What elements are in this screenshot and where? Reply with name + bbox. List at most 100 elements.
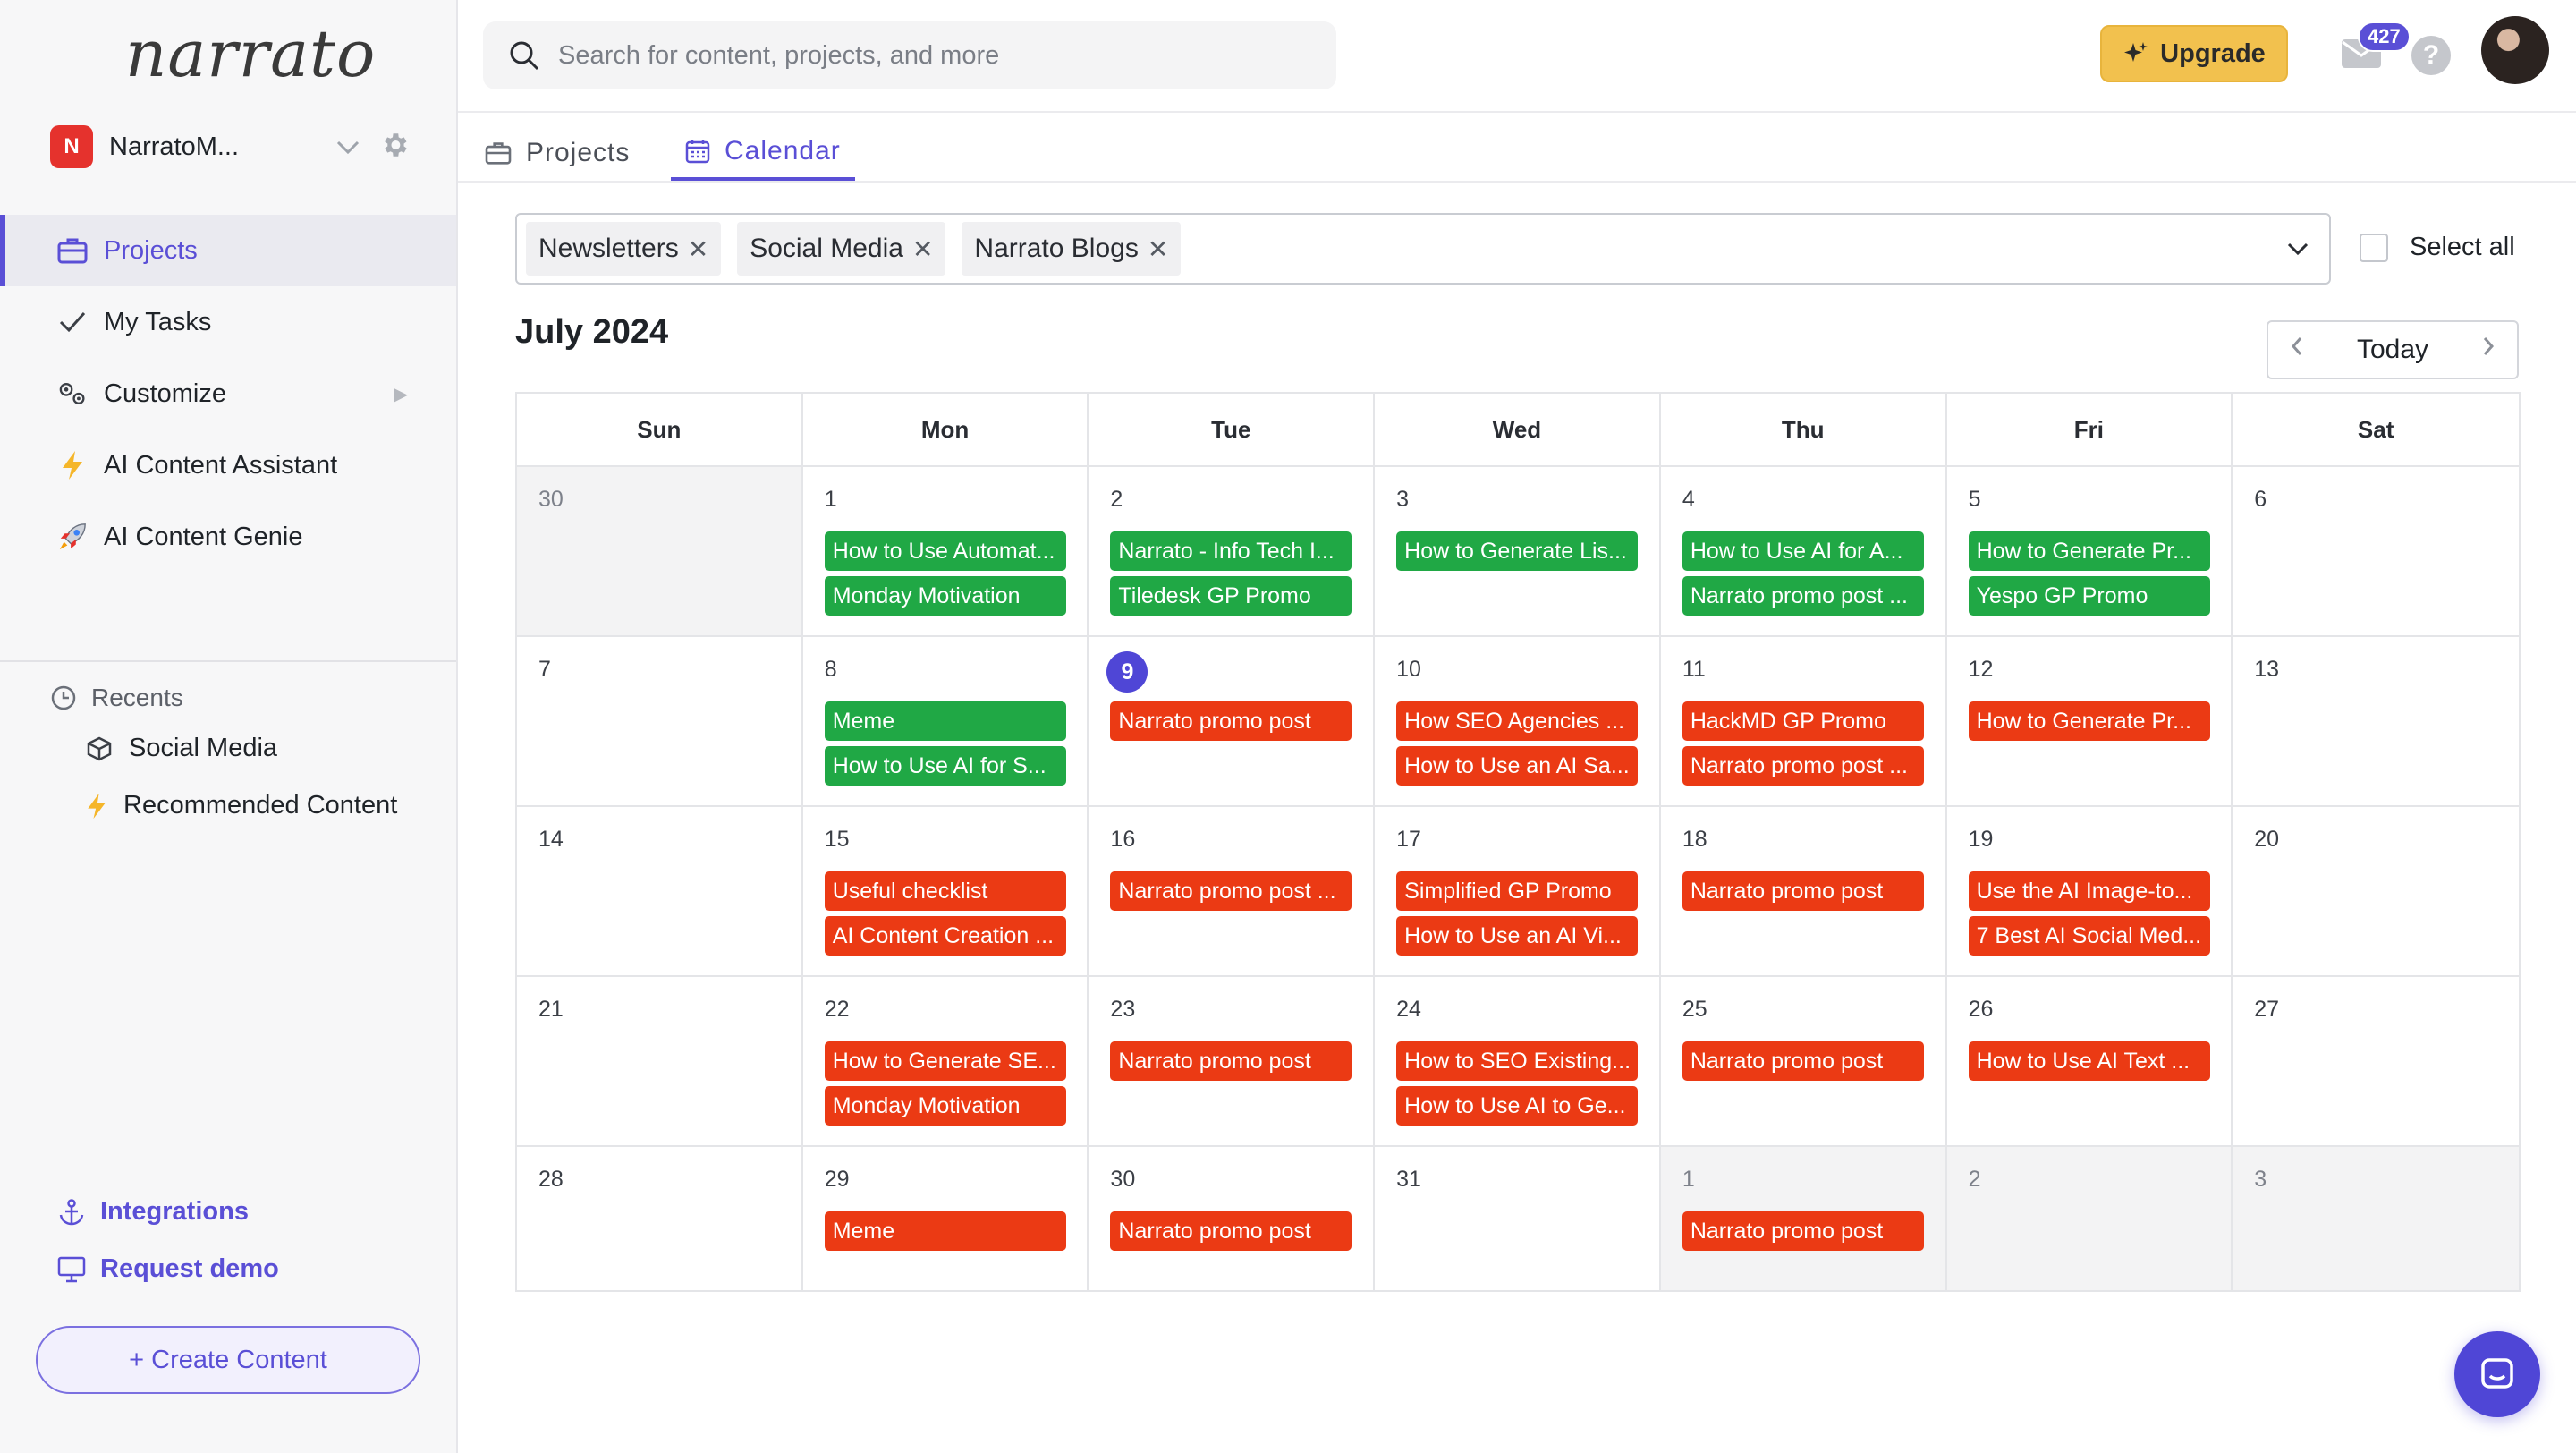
- calendar-event[interactable]: HackMD GP Promo: [1682, 701, 1924, 741]
- calendar-event[interactable]: Yespo GP Promo: [1968, 576, 2210, 616]
- sidebar-item-projects[interactable]: Projects: [0, 215, 456, 286]
- calendar-event[interactable]: Narrato promo post: [1682, 1211, 1924, 1251]
- calendar-event[interactable]: Tiledesk GP Promo: [1110, 576, 1352, 616]
- calendar-day-cell[interactable]: 11 HackMD GP Promo Narrato promo post ...: [1661, 637, 1947, 805]
- filter-chip[interactable]: Social Media ✕: [737, 222, 946, 276]
- gear-icon[interactable]: [379, 130, 410, 165]
- filter-chip[interactable]: Narrato Blogs ✕: [962, 222, 1182, 276]
- calendar-day-cell[interactable]: 24 How to SEO Existing... How to Use AI to…: [1375, 977, 1661, 1145]
- calendar-event[interactable]: How to Use an AI Sa...: [1396, 746, 1639, 786]
- calendar-event[interactable]: How to Use AI to Ge...: [1396, 1086, 1639, 1126]
- calendar-day-cell[interactable]: 15 Useful checklist AI Content Creation ..…: [803, 807, 1089, 975]
- select-all-checkbox[interactable]: Select all: [2360, 233, 2515, 262]
- calendar-day-cell[interactable]: 1 Narrato promo post: [1660, 1147, 1947, 1290]
- calendar-event[interactable]: Narrato promo post ...: [1682, 576, 1924, 616]
- chat-support-button[interactable]: [2454, 1331, 2540, 1417]
- tab-projects[interactable]: Projects: [485, 125, 630, 181]
- calendar-event[interactable]: How to Use Automat...: [824, 531, 1066, 571]
- chevron-left-icon[interactable]: [2288, 333, 2306, 367]
- calendar-event[interactable]: Narrato promo post: [1682, 871, 1924, 911]
- filter-chip[interactable]: Newsletters ✕: [526, 222, 722, 276]
- calendar-event[interactable]: Meme: [824, 701, 1066, 741]
- calendar-day-cell[interactable]: 27: [2233, 977, 2519, 1145]
- calendar-day-cell[interactable]: 21: [517, 977, 803, 1145]
- calendar-event[interactable]: Monday Motivation: [824, 1086, 1066, 1126]
- calendar-event[interactable]: Narrato promo post ...: [1110, 871, 1352, 911]
- calendar-event[interactable]: AI Content Creation ...: [824, 916, 1066, 956]
- calendar-day-cell[interactable]: 6: [2233, 467, 2519, 635]
- calendar-event[interactable]: Meme: [824, 1211, 1066, 1251]
- calendar-day-cell[interactable]: 30: [517, 467, 803, 635]
- chevron-down-icon[interactable]: [336, 132, 360, 162]
- chevron-down-icon[interactable]: [2286, 233, 2309, 269]
- calendar-day-cell[interactable]: 1 How to Use Automat... Monday Motivation: [803, 467, 1089, 635]
- calendar-day-cell[interactable]: 20: [2233, 807, 2519, 975]
- calendar-day-cell[interactable]: 17 Simplified GP Promo How to Use an AI Vi…: [1375, 807, 1661, 975]
- calendar-day-cell[interactable]: 18 Narrato promo post: [1661, 807, 1947, 975]
- calendar-day-cell[interactable]: 13: [2233, 637, 2519, 805]
- calendar-day-cell[interactable]: 30 Narrato promo post: [1089, 1147, 1376, 1290]
- global-search[interactable]: [483, 21, 1336, 89]
- sidebar-item-my-tasks[interactable]: My Tasks: [0, 286, 456, 358]
- create-content-button[interactable]: + Create Content: [36, 1326, 420, 1394]
- calendar-day-cell[interactable]: 19 Use the AI Image-to... 7 Best AI Social…: [1947, 807, 2233, 975]
- checkbox[interactable]: [2360, 233, 2388, 262]
- calendar-event[interactable]: Use the AI Image-to...: [1968, 871, 2210, 911]
- help-icon[interactable]: ?: [2411, 36, 2451, 75]
- tab-calendar[interactable]: Calendar: [671, 125, 855, 181]
- workspace-switcher[interactable]: N NarratoM...: [50, 125, 417, 168]
- calendar-event[interactable]: How to Generate Pr...: [1968, 531, 2210, 571]
- calendar-event[interactable]: How to Use AI for A...: [1682, 531, 1924, 571]
- calendar-event[interactable]: 7 Best AI Social Med...: [1968, 916, 2210, 956]
- calendar-day-cell[interactable]: 8 Meme How to Use AI for S...: [803, 637, 1089, 805]
- upgrade-button[interactable]: Upgrade: [2100, 25, 2288, 82]
- calendar-day-cell[interactable]: 2 Narrato - Info Tech I... Tiledesk GP Pro…: [1089, 467, 1376, 635]
- calendar-event[interactable]: Narrato promo post: [1110, 1211, 1352, 1251]
- calendar-event[interactable]: Narrato promo post: [1110, 1041, 1352, 1081]
- calendar-event[interactable]: How SEO Agencies ...: [1396, 701, 1639, 741]
- calendar-day-cell[interactable]: 10 How SEO Agencies ... How to Use an AI S…: [1375, 637, 1661, 805]
- calendar-event[interactable]: Narrato promo post: [1110, 701, 1352, 741]
- calendar-event[interactable]: Monday Motivation: [824, 576, 1066, 616]
- calendar-event[interactable]: How to Use an AI Vi...: [1396, 916, 1639, 956]
- calendar-day-cell[interactable]: 29 Meme: [803, 1147, 1089, 1290]
- calendar-event[interactable]: Useful checklist: [824, 871, 1066, 911]
- calendar-day-cell[interactable]: 25 Narrato promo post: [1661, 977, 1947, 1145]
- search-input[interactable]: [558, 40, 1327, 71]
- recent-item-recommended-content[interactable]: Recommended Content: [86, 791, 397, 820]
- calendar-day-cell[interactable]: 2: [1946, 1147, 2233, 1290]
- calendar-event[interactable]: How to SEO Existing...: [1396, 1041, 1639, 1081]
- recent-item-social-media[interactable]: Social Media: [86, 734, 277, 763]
- integrations-link[interactable]: Integrations: [57, 1197, 249, 1227]
- calendar-event[interactable]: Narrato - Info Tech I...: [1110, 531, 1352, 571]
- narrato-logo[interactable]: narrato: [125, 16, 376, 91]
- sidebar-item-ai-content-assistant[interactable]: AI Content Assistant: [0, 429, 456, 501]
- calendar-day-cell[interactable]: 7: [517, 637, 803, 805]
- calendar-day-cell[interactable]: 12 How to Generate Pr...: [1947, 637, 2233, 805]
- calendar-event[interactable]: Narrato promo post ...: [1682, 746, 1924, 786]
- calendar-event[interactable]: How to Use AI Text ...: [1968, 1041, 2210, 1081]
- calendar-event[interactable]: How to Generate Lis...: [1396, 531, 1639, 571]
- calendar-day-cell[interactable]: 3: [2233, 1147, 2519, 1290]
- request-demo-link[interactable]: Request demo: [57, 1254, 279, 1284]
- calendar-day-cell[interactable]: 5 How to Generate Pr... Yespo GP Promo: [1947, 467, 2233, 635]
- calendar-day-cell[interactable]: 28: [517, 1147, 803, 1290]
- chevron-right-icon[interactable]: [2479, 333, 2497, 367]
- sidebar-item-customize[interactable]: Customize ▶: [0, 358, 456, 429]
- calendar-day-cell[interactable]: 9 Narrato promo post: [1089, 637, 1376, 805]
- calendar-day-cell[interactable]: 16 Narrato promo post ...: [1089, 807, 1376, 975]
- close-icon[interactable]: ✕: [912, 234, 933, 264]
- calendar-day-cell[interactable]: 26 How to Use AI Text ...: [1947, 977, 2233, 1145]
- calendar-event[interactable]: Simplified GP Promo: [1396, 871, 1639, 911]
- calendar-day-cell[interactable]: 4 How to Use AI for A... Narrato promo pos…: [1661, 467, 1947, 635]
- project-filter-select[interactable]: Newsletters ✕ Social Media ✕ Narrato Blo…: [515, 213, 2331, 285]
- calendar-day-cell[interactable]: 3 How to Generate Lis...: [1375, 467, 1661, 635]
- calendar-day-cell[interactable]: 22 How to Generate SE... Monday Motivation: [803, 977, 1089, 1145]
- calendar-event[interactable]: How to Use AI for S...: [824, 746, 1066, 786]
- close-icon[interactable]: ✕: [688, 234, 708, 264]
- today-button[interactable]: Today: [2357, 335, 2428, 365]
- calendar-event[interactable]: How to Generate Pr...: [1968, 701, 2210, 741]
- calendar-day-cell[interactable]: 31: [1375, 1147, 1661, 1290]
- close-icon[interactable]: ✕: [1148, 234, 1168, 264]
- calendar-day-cell[interactable]: 23 Narrato promo post: [1089, 977, 1376, 1145]
